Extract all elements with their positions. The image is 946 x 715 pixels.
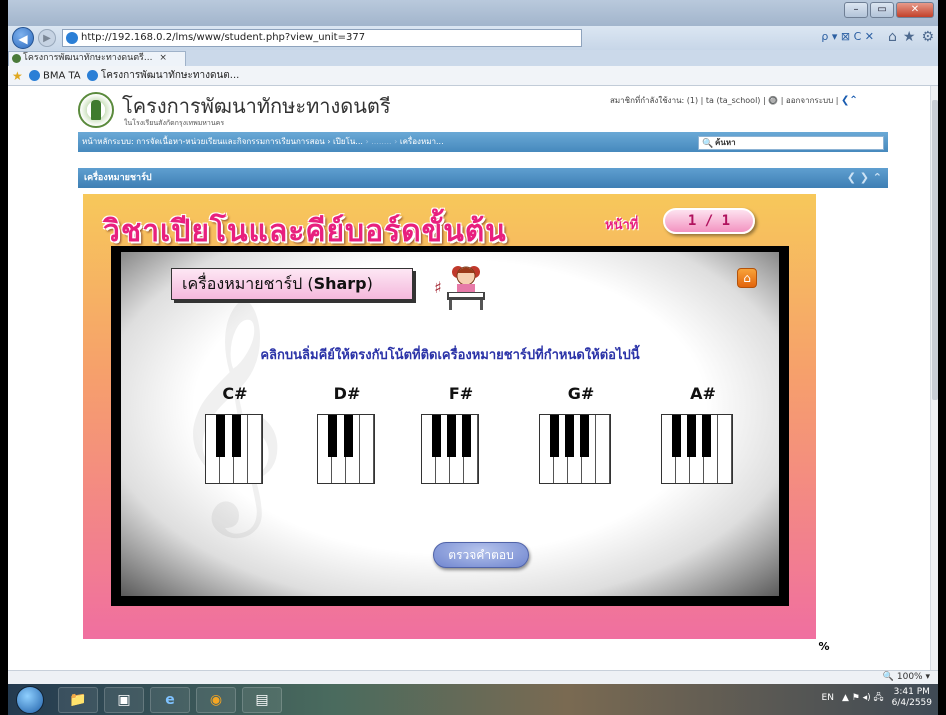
site-subtitle: ในโรงเรียนสังกัดกรุงเทพมหานคร [124,119,225,127]
lms-header: โครงการพัฒนาทักษะทางดนตรี ในโรงเรียนสังก… [78,86,888,132]
start-button[interactable] [16,686,44,714]
black-key[interactable] [344,415,353,457]
zoom-control[interactable]: 🔍 100% ▾ [883,671,930,684]
white-key[interactable] [248,415,262,483]
tab-label: โครงการพัฒนาทักษะทางดนตรี... [23,53,153,63]
chrome-icon[interactable]: ◉ [196,687,236,713]
maximize-button[interactable]: ▭ [870,2,894,18]
black-key[interactable] [447,415,456,457]
search-input[interactable]: 🔍 ค้นหา [698,136,884,150]
keyboard-a-sharp [661,414,733,484]
media-icon[interactable]: ▣ [104,687,144,713]
keyboard-f-sharp [421,414,479,484]
taskbar: 📁 ▣ e ◉ ▤ EN ▲ ⚑ ◂) 🖧 3:41 PM 6/4/2559 [8,684,938,715]
back-button[interactable]: ◀ [12,27,34,49]
home-icon[interactable]: ⌂ [888,29,897,45]
keyboard-g-sharp [539,414,611,484]
lesson-stage: 𝄞 เครื่องหมายชาร์ป (Sharp) ♯ ⌂ คลิกบนลิ่… [111,246,831,654]
black-key[interactable] [565,415,574,457]
ie-page-icon [66,32,78,44]
ie-icon [86,69,98,81]
black-key[interactable] [328,415,337,457]
page-viewport: โครงการพัฒนาทักษะทางดนตรี ในโรงเรียนสังก… [8,86,930,670]
language-indicator[interactable]: EN [822,693,834,703]
instruction-text: คลิกบนลิ่มคีย์ให้ตรงกับโน้ตที่ติดเครื่อง… [260,348,640,363]
minimize-button[interactable]: – [844,2,868,18]
browser-tab[interactable]: โครงการพัฒนาทักษะทางดนตรี... × [8,51,186,66]
black-key[interactable] [702,415,711,457]
menu-dim: › ........ › [362,137,400,146]
address-bar-row: ◀ ▶ http://192.168.0.2/lms/www/student.p… [8,26,938,50]
explorer-icon[interactable]: 📁 [58,687,98,713]
note-label-f-sharp: F# [448,384,474,403]
note-label-a-sharp: A# [690,384,716,403]
url-text: http://192.168.0.2/lms/www/student.php?v… [81,32,366,43]
black-key[interactable] [550,415,559,457]
home-button[interactable]: ⌂ [737,268,757,288]
settings-gear-icon[interactable]: ⚙ [921,29,934,45]
menu-path[interactable]: หน้าหลักระบบ: การจัดเนื้อหา-หน่วยเรียนแล… [82,137,363,146]
favorites-star-icon[interactable]: ★ [903,29,916,45]
ie-taskbar-icon[interactable]: e [150,687,190,713]
note-label-d-sharp: D# [333,384,361,403]
forward-button[interactable]: ▶ [38,29,56,47]
card-title: เครื่องหมายชาร์ป (Sharp) ♯ [171,268,442,300]
address-tools[interactable]: ρ ▾ ⊠ C ✕ [821,30,874,43]
document-icon[interactable]: ▤ [242,687,282,713]
black-key[interactable] [432,415,441,457]
keyboard-c-sharp [205,414,263,484]
girl-playing-piano-icon [447,266,485,310]
tray-icons[interactable]: ▲ ⚑ ◂) 🖧 [842,690,884,706]
black-key[interactable] [687,415,696,457]
black-key[interactable] [232,415,241,457]
black-key[interactable] [580,415,589,457]
fav-link-project[interactable]: โครงการพัฒนาทักษะทางดนต... [86,68,239,83]
black-key[interactable] [672,415,681,457]
black-key[interactable] [462,415,471,457]
ie-icon [28,69,40,81]
clock-time: 3:41 PM [893,687,930,697]
card-title-en: Sharp [313,274,367,293]
status-bar: 🔍 100% ▾ [8,670,938,684]
menu-tail[interactable]: เครื่องหมา... [400,137,444,146]
note-label-g-sharp: G# [567,384,595,403]
vertical-scrollbar[interactable] [930,86,938,670]
search-icon: 🔍 [702,139,714,149]
white-key[interactable] [718,415,732,483]
bma-logo [78,92,114,128]
white-key[interactable] [596,415,610,483]
window-controls: – ▭ ✕ [844,2,934,18]
tab-favicon-icon [12,54,21,63]
tab-bar: โครงการพัฒนาทักษะทางดนตรี... × [8,50,938,66]
page-label: หน้าที่ [605,218,639,233]
lesson-panel: วิชาเปียโนและคีย์บอร์ดขั้นต้น หน้าที่ 1 … [83,194,831,654]
search-label: ค้นหา [715,138,736,147]
collapse-arrows-icon[interactable]: ❮⌃ [841,95,858,106]
fav-link-bma[interactable]: BMA TA [28,69,81,81]
unit-title: เครื่องหมายชาร์ป [84,173,152,183]
percent-icon[interactable]: % [817,640,831,654]
system-tray: EN ▲ ⚑ ◂) 🖧 3:41 PM 6/4/2559 [822,687,932,709]
note-label-c-sharp: C# [222,384,248,403]
window-titlebar: – ▭ ✕ [8,0,938,26]
clock[interactable]: 3:41 PM 6/4/2559 [892,687,932,709]
url-field[interactable]: http://192.168.0.2/lms/www/student.php?v… [62,29,582,47]
favorites-bar: ★ BMA TA โครงการพัฒนาทักษะทางดนต... [8,66,938,86]
close-window-button[interactable]: ✕ [896,2,934,18]
favorites-star-icon[interactable]: ★ [12,69,23,83]
unit-title-bar: เครื่องหมายชาร์ป ❮ ❯ ⌃ [78,168,888,188]
clock-date: 6/4/2559 [891,698,932,708]
tab-close-icon[interactable]: × [159,53,167,63]
browser-toolbar-icons: ⌂ ★ ⚙ [888,29,934,45]
black-key[interactable] [216,415,225,457]
keyboard-d-sharp [317,414,375,484]
page-indicator: 1 / 1 [663,208,755,234]
check-answer-button[interactable]: ตรวจคำตอบ [433,542,529,568]
user-info: สมาชิกที่กำลังใช้งาน: (1) | ta (ta_schoo… [610,95,858,106]
white-key[interactable] [360,415,374,483]
stage-canvas: 𝄞 เครื่องหมายชาร์ป (Sharp) ♯ ⌂ คลิกบนลิ่… [121,252,779,596]
unit-nav-arrows-icon[interactable]: ❮ ❯ ⌃ [847,168,882,188]
scrollbar-thumb[interactable] [932,100,938,400]
